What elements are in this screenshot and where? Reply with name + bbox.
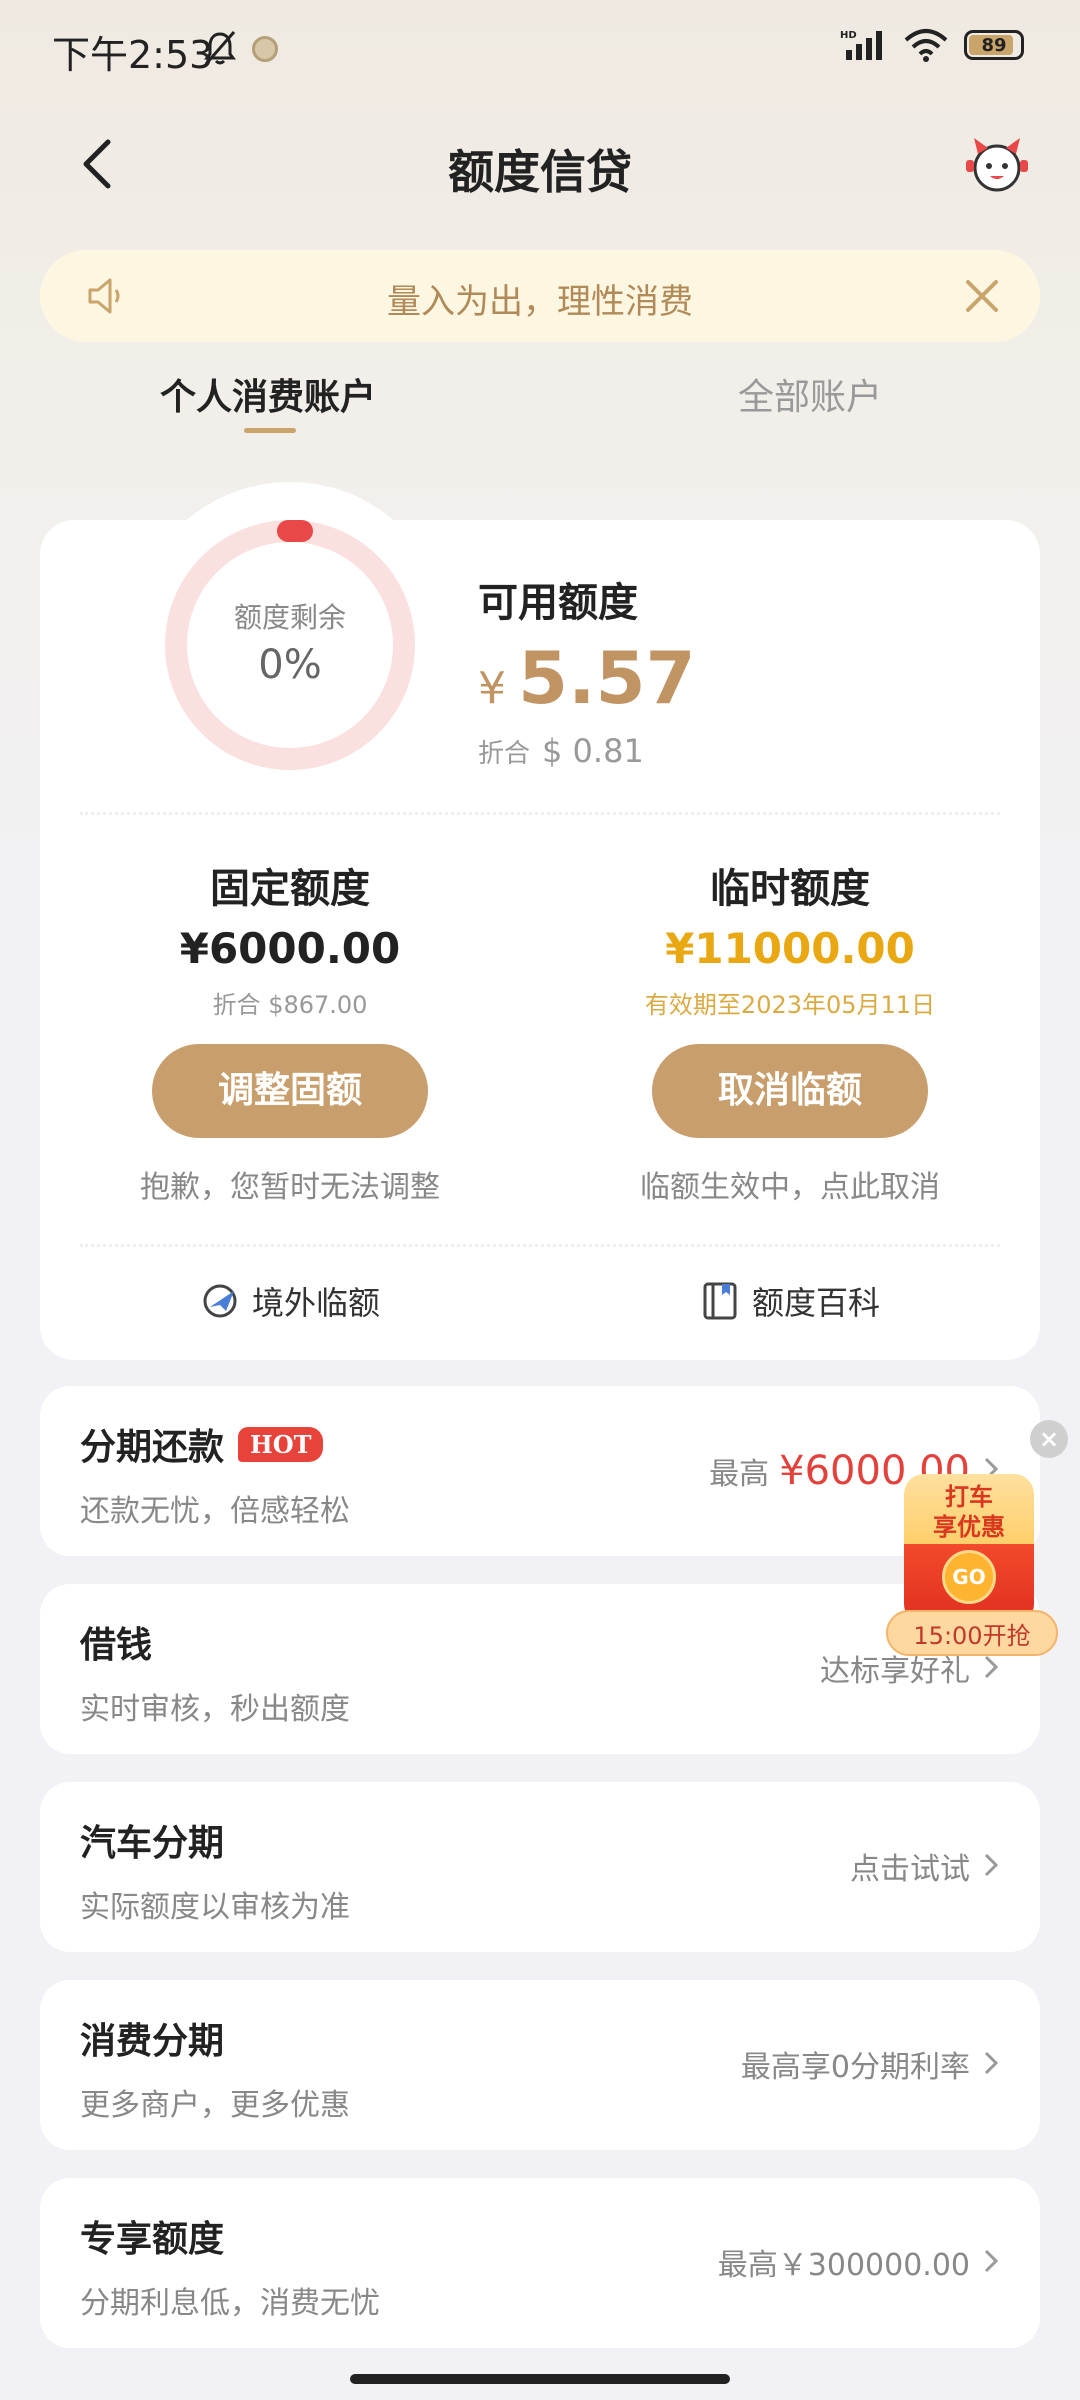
item-title: 汽车分期 <box>80 1823 225 1864</box>
chevron-right-icon <box>984 1853 999 1877</box>
temporary-quota-hint[interactable]: 临额生效中，点此取消 <box>610 1162 970 1206</box>
promo-label: 打车 享优惠 <box>908 1482 1030 1542</box>
converted-value: $ 0.81 <box>542 732 644 770</box>
battery-level: 89 <box>981 34 1007 56</box>
item-subtitle: 还款无忧，倍感轻松 <box>80 1494 350 1529</box>
temporary-quota: 临时额度 ¥11000.00 有效期至2023年05月11日 取消临额 临额生效… <box>610 856 970 1206</box>
overseas-temp-quota-link[interactable]: 境外临额 <box>200 1278 380 1324</box>
item-subtitle: 实时审核，秒出额度 <box>80 1692 350 1727</box>
temporary-quota-expiry: 有效期至2023年05月11日 <box>644 991 936 1019</box>
header: 额度信贷 <box>0 110 1080 220</box>
cancel-temporary-quota-button[interactable]: 取消临额 <box>652 1044 928 1138</box>
status-bar: 下午2:53 HD 89 <box>0 0 1080 100</box>
signal-icon: HD <box>840 30 882 60</box>
item-subtitle: 分期利息低，消费无忧 <box>80 2286 380 2321</box>
quota-wiki-label: 额度百科 <box>752 1284 881 1322</box>
bell-muted-icon <box>204 31 236 65</box>
remaining-percent: 0% <box>258 642 322 688</box>
app-notification-icon <box>252 36 278 62</box>
temporary-quota-amount: ¥11000.00 <box>665 924 915 973</box>
list-item-exclusive-quota[interactable]: 专享额度 分期利息低，消费无忧 最高￥300000.00 <box>40 2178 1040 2348</box>
item-title-text: 分期还款 <box>80 1427 225 1468</box>
converted-amount: 折合 $ 0.81 <box>478 732 644 770</box>
tab-all-accounts[interactable]: 全部账户 <box>738 368 882 420</box>
fixed-quota-title: 固定额度 <box>210 866 370 912</box>
hot-badge: HOT <box>238 1426 324 1462</box>
notice-banner: 量入为出，理性消费 <box>40 250 1040 342</box>
converted-label: 折合 <box>478 739 531 769</box>
item-right-text: 最高享0分期利率 <box>740 2050 970 2085</box>
wifi-icon <box>904 29 948 62</box>
list-item-car-installment[interactable]: 汽车分期 实际额度以审核为准 点击试试 <box>40 1782 1040 1952</box>
chevron-right-icon <box>984 2249 999 2273</box>
page-title: 额度信贷 <box>448 145 632 199</box>
item-right-text: 最高￥300000.00 <box>717 2248 970 2283</box>
close-icon[interactable] <box>960 274 1004 318</box>
book-icon <box>703 1282 737 1320</box>
fixed-quota-converted: 折合 $867.00 <box>212 991 368 1019</box>
battery-icon: 89 <box>964 30 1024 60</box>
status-time: 下午2:53 <box>52 33 214 77</box>
ring-progress-dot <box>277 520 313 542</box>
promo-time: 15:00开抢 <box>886 1610 1058 1656</box>
item-subtitle: 实际额度以审核为准 <box>80 1890 350 1925</box>
available-amount: ¥ 5.57 <box>478 636 696 720</box>
item-title: 分期还款 HOT <box>80 1418 324 1470</box>
plane-globe-icon <box>203 1284 237 1318</box>
tab-personal-account[interactable]: 个人消费账户 <box>160 368 376 420</box>
promo-go-button[interactable]: GO <box>942 1550 996 1604</box>
divider <box>80 1244 1000 1247</box>
status-indicators: HD 89 <box>840 28 1024 62</box>
currency-symbol: ¥ <box>478 663 506 714</box>
item-title: 消费分期 <box>80 2021 225 2062</box>
quota-wiki-link[interactable]: 额度百科 <box>700 1278 880 1324</box>
credit-card-panel: 额度剩余 0% 可用额度 ¥ 5.57 折合 $ 0.81 固定额度 ¥6000.… <box>40 482 1040 1360</box>
home-indicator[interactable] <box>350 2374 730 2384</box>
temporary-quota-title: 临时额度 <box>710 866 870 912</box>
item-right-text: 点击试试 <box>850 1852 970 1887</box>
fixed-quota-hint: 抱歉，您暂时无法调整 <box>140 1170 440 1205</box>
list-item-consumer-installment[interactable]: 消费分期 更多商户，更多优惠 最高享0分期利率 <box>40 1980 1040 2150</box>
item-title: 借钱 <box>80 1625 153 1666</box>
taxi-promo-widget[interactable]: × 打车 享优惠 GO 15:00开抢 <box>880 1420 1070 1660</box>
item-subtitle: 更多商户，更多优惠 <box>80 2088 350 2123</box>
fixed-quota-amount: ¥6000.00 <box>179 924 401 973</box>
tab-active-indicator <box>244 428 296 433</box>
notice-text: 量入为出，理性消费 <box>387 282 693 322</box>
item-title: 专享额度 <box>80 2219 225 2260</box>
promo-label-line1: 打车 <box>945 1483 993 1511</box>
fixed-quota: 固定额度 ¥6000.00 折合 $867.00 调整固额 抱歉，您暂时无法调整 <box>110 856 470 1206</box>
overseas-temp-quota-label: 境外临额 <box>252 1284 381 1322</box>
available-value: 5.57 <box>518 636 696 720</box>
available-label: 可用额度 <box>478 580 638 626</box>
adjust-fixed-quota-button[interactable]: 调整固额 <box>152 1044 428 1138</box>
promo-label-line2: 享优惠 <box>933 1513 1005 1541</box>
network-label: HD <box>840 30 857 41</box>
mascot-icon[interactable] <box>964 130 1030 196</box>
divider <box>80 812 1000 815</box>
item-right-prefix: 最高 <box>709 1457 770 1492</box>
remaining-label: 额度剩余 <box>233 601 346 634</box>
chevron-right-icon <box>984 2051 999 2075</box>
promo-close-icon[interactable]: × <box>1030 1420 1068 1458</box>
